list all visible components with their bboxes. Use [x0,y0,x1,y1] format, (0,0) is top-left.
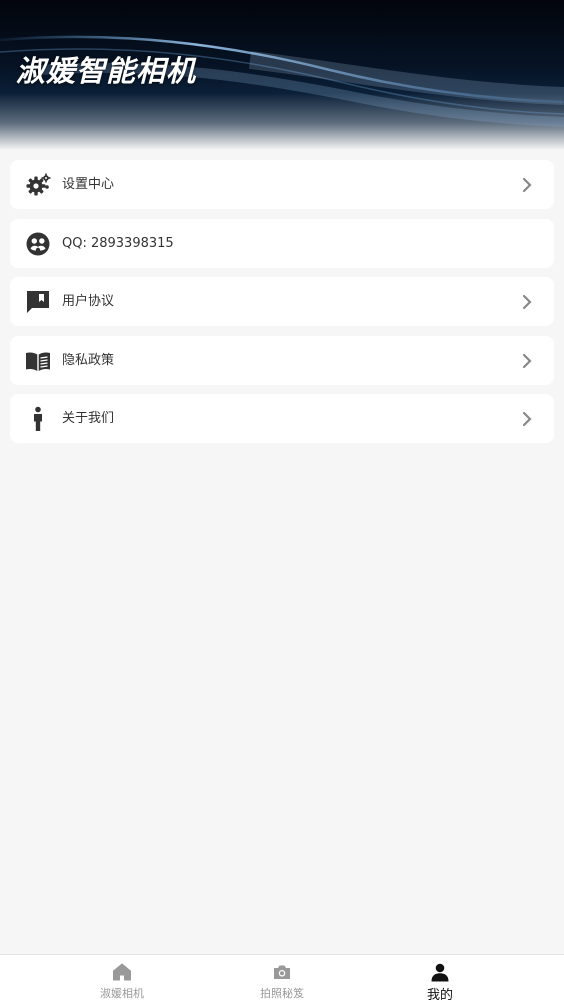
menu-item-label: 用户协议 [62,294,115,309]
chevron-right-icon [522,411,532,427]
home-icon [113,963,131,981]
menu-item-label: 隐私政策 [62,352,115,368]
menu-item-settings[interactable]: 设置中心 [10,160,554,209]
chevron-right-icon [522,177,532,193]
menu-item-label: QQ: 2893398315 [62,235,174,251]
qq-community-icon [26,232,50,255]
user-icon [431,963,449,982]
chevron-right-icon [522,353,532,368]
menu-item-qq[interactable]: QQ: 2893398315 [10,218,554,268]
menu-list: 设置中心 QQ: 2893398315 用户协议 隐私政策 关于我们 [10,160,554,453]
menu-item-label: 设置中心 [62,177,115,192]
chevron-right-icon [522,294,532,310]
header-banner: 淑媛智能相机 [0,0,564,150]
open-book-icon [26,352,50,371]
tab-label: 我的 [426,988,453,1003]
menu-item-label: 关于我们 [62,411,115,426]
settings-gear-icon [26,173,51,196]
bottom-tab-bar: 淑媛相机 拍照秘笈 我的 [0,954,564,1005]
menu-item-about-us[interactable]: 关于我们 [10,394,554,443]
tab-mine[interactable]: 我的 [346,955,534,1005]
person-standing-icon [34,406,42,431]
menu-item-privacy-policy[interactable]: 隐私政策 [10,335,554,385]
menu-item-user-agreement[interactable]: 用户协议 [10,277,554,326]
bookmark-chat-icon [27,291,49,313]
app-title: 淑媛智能相机 [16,54,197,88]
camera-icon [274,965,290,979]
